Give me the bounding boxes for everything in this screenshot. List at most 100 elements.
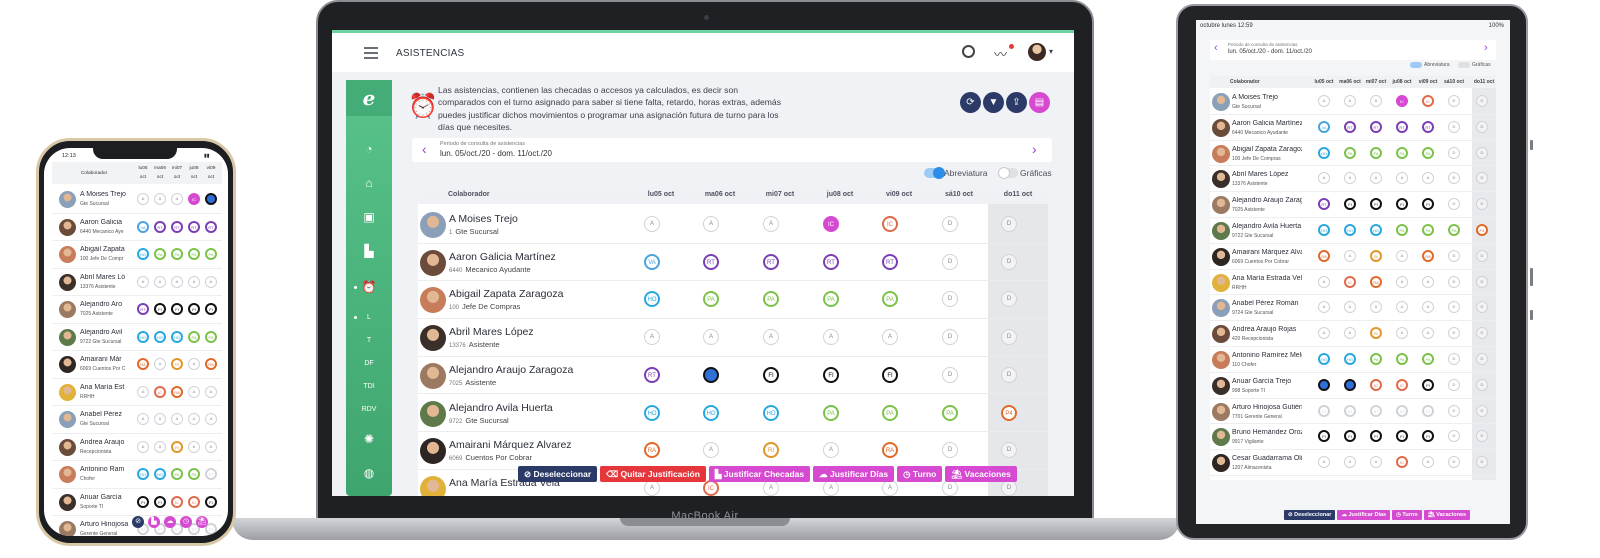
table-row[interactable]: Aaron Galicia 6440 Mecanico Aye VA RT RT RT RT	[52, 214, 222, 241]
table-row[interactable]: Abigail Zapata 100 Jefe De Compr HO PA PA PA P…	[52, 241, 222, 269]
table-row[interactable]: Abigail Zapata Zaragoza 100 Jefe De Compra…	[418, 281, 1048, 320]
attendance-badge[interactable]: D	[1448, 146, 1460, 159]
attendance-badge[interactable]: RA	[137, 358, 149, 370]
attendance-badge[interactable]: RT	[763, 253, 779, 270]
attendance-badge[interactable]: A	[137, 385, 149, 398]
attendance-badge[interactable]: A	[1344, 301, 1356, 314]
attendance-badge[interactable]: A	[137, 413, 149, 425]
remove-justification-button[interactable]: ⌫ Quitar Justificación	[600, 466, 706, 482]
table-row[interactable]: Abril Mares López 13376 Asistente A A A A A D D	[1210, 166, 1496, 193]
attendance-badge[interactable]: HO	[154, 468, 166, 480]
attendance-badge[interactable]: A	[1344, 172, 1356, 185]
attendance-badge[interactable]: A	[644, 216, 660, 232]
attendance-badge[interactable]: HO	[154, 330, 166, 343]
attendance-badge[interactable]: RT	[1422, 120, 1434, 133]
attendance-badge[interactable]: D	[1001, 253, 1017, 270]
door-icon[interactable]: ▙	[346, 244, 392, 258]
table-row[interactable]: Amairani Már 6069 Cuentos Por C RA A RI A RA	[52, 351, 222, 379]
attendance-badge[interactable]: HO	[1318, 146, 1330, 159]
attendance-badge[interactable]: D	[1476, 301, 1488, 314]
attendance-badge[interactable]: D	[1001, 479, 1017, 496]
attendance-badge[interactable]: PA	[823, 291, 839, 308]
attendance-badge[interactable]: A	[1344, 95, 1356, 107]
attendance-badge[interactable]: PA	[205, 330, 217, 343]
attendance-badge[interactable]: HO	[763, 404, 779, 421]
table-row[interactable]: Abril Mares Ló 13376 Asistente A A A A A	[52, 269, 222, 296]
attendance-badge[interactable]: PA	[1422, 353, 1434, 365]
attendance-badge[interactable]: D	[1476, 95, 1488, 107]
globe-icon[interactable]: ◍	[346, 466, 392, 480]
table-row[interactable]: Alejandro Avila Huerta 9722 Gte Sucursal HO…	[418, 395, 1048, 433]
attendance-badge[interactable]: A	[703, 216, 719, 232]
attendance-badge[interactable]: D	[1448, 430, 1460, 443]
vacations-button[interactable]: ⛱ Vacaciones	[945, 466, 1017, 482]
attendance-badge[interactable]: RA	[205, 358, 217, 370]
attendance-badge[interactable]: D	[942, 442, 958, 459]
attendance-badge[interactable]: A	[205, 385, 217, 398]
chevron-left-icon[interactable]: ‹	[422, 141, 427, 157]
attendance-badge[interactable]: A	[154, 413, 166, 425]
attendance-badge[interactable]: A	[823, 479, 839, 496]
attendance-badge[interactable]: A	[137, 193, 149, 205]
attendance-badge[interactable]: A	[763, 479, 779, 496]
attendance-badge[interactable]: FI	[205, 495, 217, 508]
brain-icon[interactable]: ✺	[346, 432, 392, 446]
deselect-button[interactable]: ⊘ Deseleccionar	[518, 466, 598, 482]
attendance-badge[interactable]: RT	[1344, 120, 1356, 133]
attendance-badge[interactable]: A	[137, 275, 149, 288]
attendance-badge[interactable]: IC	[1422, 95, 1434, 107]
attendance-badge[interactable]: D	[1448, 249, 1460, 262]
attendance-badge[interactable]: D	[1001, 366, 1017, 383]
graficas-toggle[interactable]	[998, 167, 1018, 179]
attendance-badge[interactable]: A	[188, 275, 200, 288]
shift-button[interactable]: ◷ Turno	[897, 466, 943, 482]
justify-checks-button[interactable]: ▙ Justificar Checadas	[708, 466, 811, 482]
attendance-badge[interactable]: D	[942, 253, 958, 270]
attendance-badge[interactable]: A	[154, 275, 166, 288]
attendance-badge[interactable]: PA	[205, 248, 217, 260]
attendance-badge[interactable]: RT	[188, 220, 200, 233]
attendance-badge[interactable]: RT	[137, 303, 149, 315]
attendance-badge[interactable]: HO	[644, 404, 660, 421]
attendance-badge[interactable]: A	[1344, 327, 1356, 340]
attendance-badge[interactable]: A	[171, 413, 183, 425]
attendance-badge[interactable]: D	[1476, 275, 1488, 288]
attendance-badge[interactable]: A	[1370, 301, 1382, 314]
attendance-badge[interactable]: D	[1476, 120, 1488, 133]
attendance-badge[interactable]: ST	[205, 468, 217, 480]
attendance-badge[interactable]: IC	[171, 495, 183, 508]
table-row[interactable]: Antonino Ram Chofer HO HO PA PA ST	[52, 461, 222, 489]
attendance-badge[interactable]: A	[1396, 172, 1408, 185]
attendance-badge[interactable]: D	[1448, 172, 1460, 185]
attendance-badge[interactable]: PA	[882, 291, 898, 308]
attendance-badge[interactable]: D	[1448, 301, 1460, 314]
table-row[interactable]: Cesar Guadarrama Oliva 1207 Almacenista A A…	[1210, 450, 1496, 476]
attendance-badge[interactable]: D	[942, 329, 958, 346]
table-row[interactable]: Anuar García Soporte TI FI FI IC IC FI	[52, 489, 222, 516]
attendance-badge[interactable]: PA	[1396, 146, 1408, 159]
attendance-badge[interactable]: PA	[703, 291, 719, 308]
sidebar-item-rdv[interactable]: RDV	[346, 406, 392, 413]
attendance-badge[interactable]: A	[644, 479, 660, 496]
attendance-badge[interactable]: RT	[1396, 120, 1408, 133]
attendance-badge[interactable]: PA	[1370, 353, 1382, 365]
attendance-badge[interactable]: HO	[1318, 353, 1330, 365]
print-button[interactable]: ▤	[1029, 92, 1050, 113]
attendance-badge[interactable]: FI	[1370, 430, 1382, 443]
table-row[interactable]: Ana María Estrada Vela RRHH A IC RA A A D D	[1210, 270, 1496, 296]
attendance-badge[interactable]: D	[1001, 442, 1017, 459]
attendance-badge[interactable]: A	[1422, 172, 1434, 185]
attendance-badge[interactable]: IC	[882, 216, 898, 232]
attendance-badge[interactable]: FI	[1344, 430, 1356, 443]
vacations-button[interactable]: ⛱	[196, 516, 208, 528]
attendance-badge[interactable]: D	[1448, 327, 1460, 340]
shift-button[interactable]: ◷	[180, 516, 192, 528]
attendance-badge[interactable]: HO	[703, 404, 719, 421]
attendance-badge[interactable]: FI	[1370, 198, 1382, 211]
refresh-button[interactable]: ⟳	[960, 92, 981, 113]
justify-checks-button[interactable]: ▙	[148, 516, 160, 528]
attendance-badge[interactable]: RA	[1422, 249, 1434, 262]
attendance-badge[interactable]: RI	[171, 358, 183, 370]
attendance-badge[interactable]: D	[1001, 216, 1017, 232]
attendance-badge[interactable]: D	[1476, 327, 1488, 340]
